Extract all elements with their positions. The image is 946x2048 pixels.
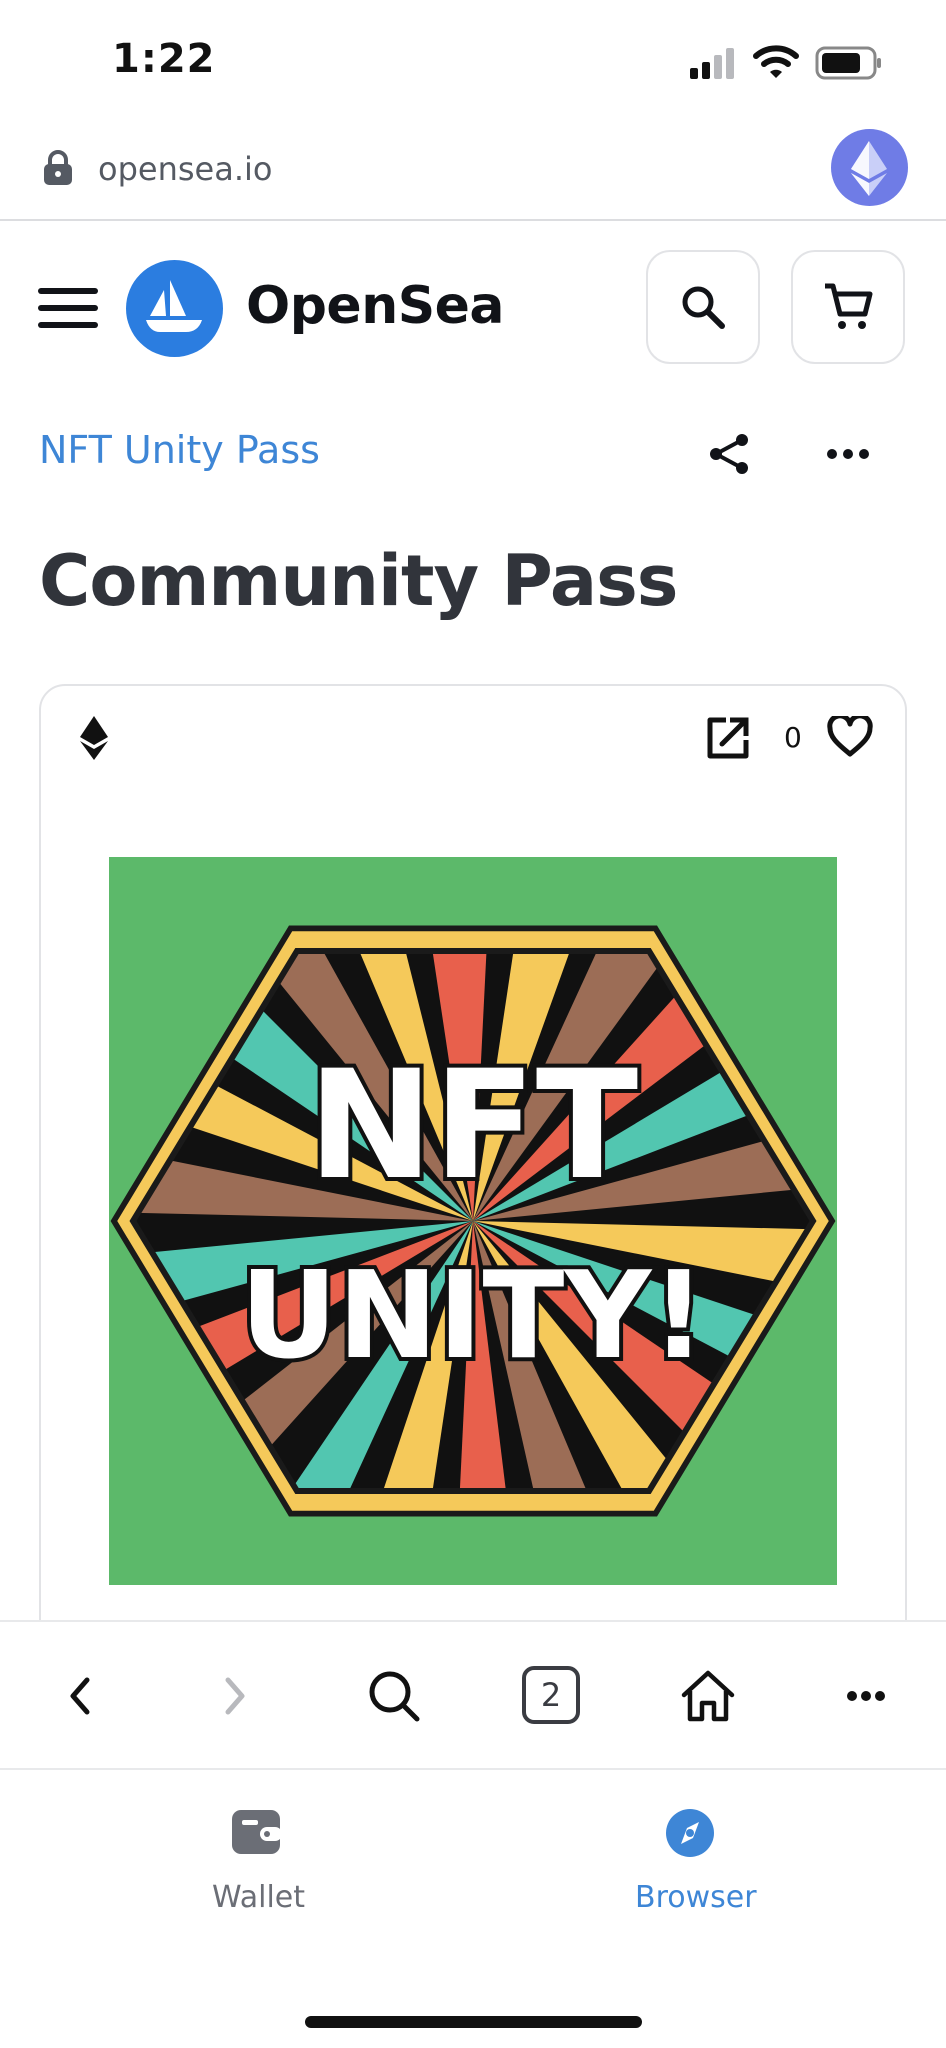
ethereum-chain-icon xyxy=(80,716,108,760)
url-text[interactable]: opensea.io xyxy=(98,150,272,188)
browser-tab-label: Browser xyxy=(635,1880,757,1915)
compass-icon xyxy=(666,1809,714,1857)
favorites-count: 0 xyxy=(784,721,802,754)
cart-icon xyxy=(825,283,873,329)
opensea-logo-icon[interactable] xyxy=(126,260,223,357)
nft-image[interactable]: NFT UNITY! xyxy=(109,857,837,1585)
cart-button[interactable] xyxy=(791,250,905,364)
cellular-signal-icon xyxy=(690,46,738,80)
home-icon[interactable] xyxy=(670,1658,746,1734)
nft-art-line2: UNITY! xyxy=(240,1247,706,1386)
forward-icon[interactable] xyxy=(197,1658,273,1734)
favorite-heart-icon[interactable] xyxy=(827,713,873,758)
hamburger-menu-icon[interactable] xyxy=(38,286,98,330)
wallet-tab-label: Wallet xyxy=(212,1880,306,1915)
search-button[interactable] xyxy=(646,250,760,364)
open-external-icon[interactable] xyxy=(706,716,750,760)
wallet-icon xyxy=(232,1810,280,1854)
share-icon[interactable] xyxy=(708,432,752,476)
browser-more-icon[interactable] xyxy=(828,1658,904,1734)
battery-icon xyxy=(815,46,883,80)
network-ethereum-icon[interactable] xyxy=(831,129,908,206)
wifi-icon xyxy=(753,44,799,80)
collection-link[interactable]: NFT Unity Pass xyxy=(39,428,320,472)
home-indicator xyxy=(305,2016,642,2028)
nft-art-line1: NFT xyxy=(308,1039,638,1213)
browser-tab[interactable]: Browser xyxy=(620,1809,780,1930)
tabs-count-button[interactable]: 2 xyxy=(522,1666,580,1724)
status-time: 1:22 xyxy=(112,36,216,82)
more-options-icon[interactable] xyxy=(826,444,870,464)
browser-search-icon[interactable] xyxy=(356,1658,432,1734)
back-icon[interactable] xyxy=(42,1658,118,1734)
wallet-tab[interactable]: Wallet xyxy=(180,1810,330,1930)
bottom-tab-bar xyxy=(0,1768,946,2048)
browser-toolbar xyxy=(0,1620,946,1768)
item-title: Community Pass xyxy=(39,540,678,622)
url-bar-divider xyxy=(0,219,946,221)
brand-name[interactable]: OpenSea xyxy=(246,276,505,336)
lock-icon xyxy=(42,150,74,186)
search-icon xyxy=(682,286,725,329)
